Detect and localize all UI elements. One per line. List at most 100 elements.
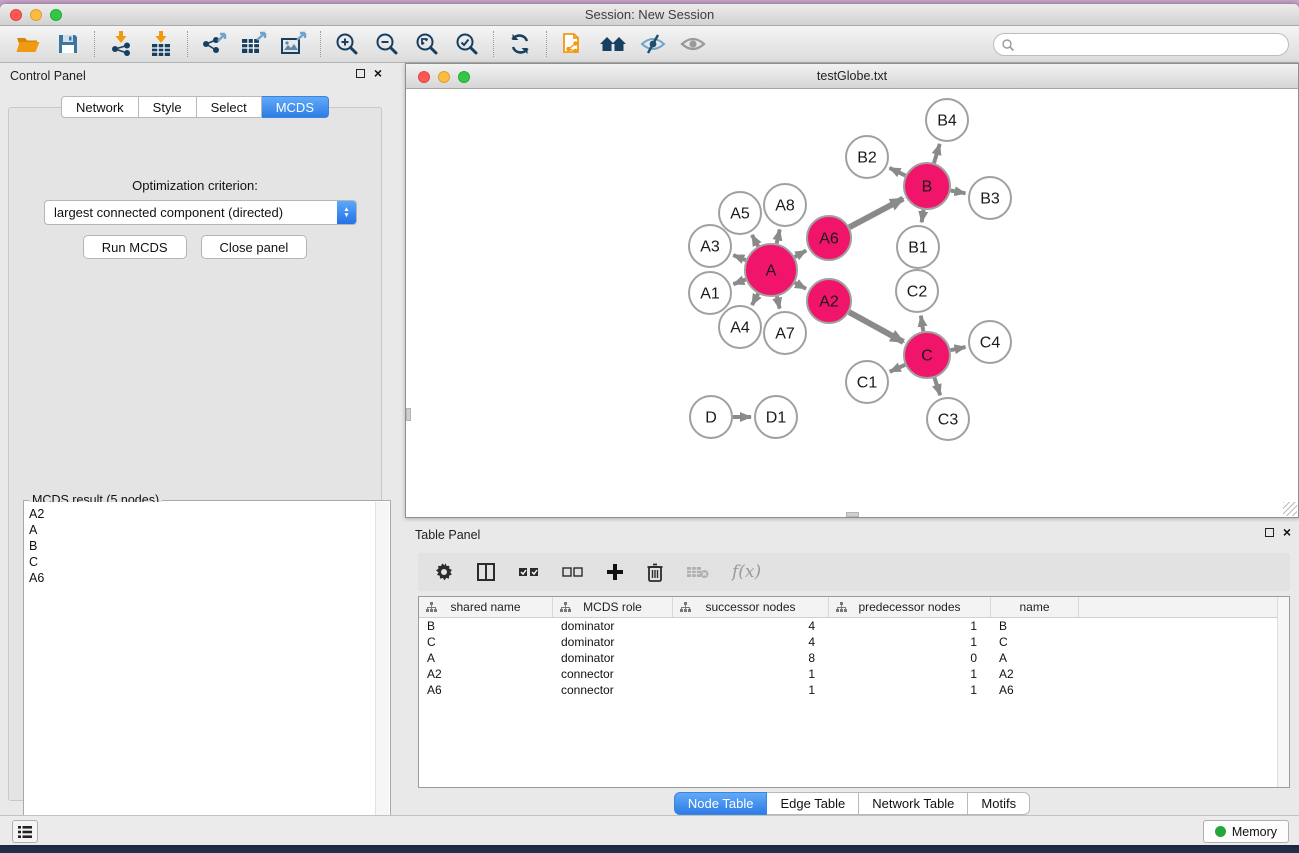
network-window-titlebar[interactable]: testGlobe.txt [406,64,1298,89]
table-cell: dominator [553,619,673,633]
zoom-out-icon[interactable] [367,28,407,60]
column-header-successor-nodes[interactable]: successor nodes [673,597,829,617]
node-label-B: B [922,179,933,196]
open-session-icon[interactable] [8,28,48,60]
table-row[interactable]: Cdominator41C [419,634,1289,650]
result-item[interactable]: A [29,522,375,538]
close-panel-button[interactable]: Close panel [201,235,308,259]
edge-A-A2[interactable] [795,283,806,289]
node-label-C2: C2 [907,284,928,301]
column-header-name[interactable]: name [991,597,1079,617]
refresh-icon[interactable] [500,28,540,60]
node-table[interactable]: shared nameMCDS rolesuccessor nodesprede… [418,596,1290,788]
float-panel-icon[interactable] [1265,528,1274,537]
splitter-handle[interactable] [846,512,859,517]
export-network-icon[interactable] [194,28,234,60]
close-panel-icon[interactable]: × [374,67,382,79]
criterion-dropdown[interactable]: largest connected component (directed) ▲… [44,200,357,225]
search-input[interactable] [1015,36,1288,54]
zoom-selected-icon[interactable] [447,28,487,60]
column-icon[interactable] [476,562,496,582]
zoom-in-icon[interactable] [327,28,367,60]
column-header-shared-name[interactable]: shared name [419,597,553,617]
edge-C-C1[interactable] [890,365,905,372]
edge-A2-C[interactable] [849,312,903,342]
zoom-fit-icon[interactable] [407,28,447,60]
column-header-predecessor-nodes[interactable]: predecessor nodes [829,597,991,617]
toolbar-separator [493,31,494,57]
network-window-title: testGlobe.txt [406,69,1298,83]
tab-network[interactable]: Network [61,96,139,118]
table-cell: 1 [673,667,829,681]
delete-table-icon[interactable] [686,564,710,580]
memory-button[interactable]: Memory [1203,820,1289,843]
network-graph[interactable]: B4B2BB3A8A5A6A3B1AC2A1A2A4A7C4CC1C3DD1 [406,89,1298,517]
edge-B-B3[interactable] [951,190,966,193]
edge-B-B1[interactable] [922,210,924,223]
show-panels-button[interactable] [12,820,38,843]
result-item[interactable]: B [29,538,375,554]
duplicate-network-icon[interactable] [553,28,593,60]
edge-A-A7[interactable] [777,296,780,308]
gear-icon[interactable] [434,562,454,582]
toolbar-separator [94,31,95,57]
run-mcds-button[interactable]: Run MCDS [83,235,187,259]
show-eye-icon[interactable] [673,28,713,60]
tab-select[interactable]: Select [197,96,262,118]
tab-motifs[interactable]: Motifs [968,792,1030,815]
home-icon[interactable] [593,28,633,60]
edge-B-B4[interactable] [934,144,940,163]
edge-A-A6[interactable] [795,251,807,257]
memory-label: Memory [1232,825,1277,839]
app-titlebar[interactable]: Session: New Session [0,4,1299,26]
hide-eye-icon[interactable] [633,28,673,60]
edge-A6-B[interactable] [849,199,903,228]
tab-style[interactable]: Style [139,96,197,118]
float-panel-icon[interactable] [356,69,365,78]
edge-A-A1[interactable] [733,280,745,285]
edge-C-C4[interactable] [951,347,966,350]
edge-B-B2[interactable] [890,168,906,176]
table-scrollbar[interactable] [1277,597,1289,787]
table-row[interactable]: A6connector11A6 [419,682,1289,698]
table-row[interactable]: Bdominator41B [419,618,1289,634]
result-scrollbar[interactable] [375,502,389,843]
node-label-B1: B1 [908,240,928,257]
save-session-icon[interactable] [48,28,88,60]
tab-network-table[interactable]: Network Table [859,792,968,815]
edge-A-A4[interactable] [752,294,758,305]
node-label-C: C [921,348,933,365]
resize-grip[interactable] [1283,502,1297,516]
edge-A-A8[interactable] [777,229,780,243]
import-table-icon[interactable] [141,28,181,60]
trash-icon[interactable] [646,562,664,582]
unselect-all-icon[interactable] [562,565,584,579]
result-item[interactable]: C [29,554,375,570]
result-item[interactable]: A6 [29,570,375,586]
select-all-icon[interactable] [518,565,540,579]
column-header-MCDS-role[interactable]: MCDS role [553,597,673,617]
function-icon[interactable]: f(x) [732,562,761,582]
mcds-result-list[interactable]: A2ABCA6 [25,502,375,843]
export-image-icon[interactable] [274,28,314,60]
network-view-window: testGlobe.txt B4B2BB3A8A5A6A3B1AC2A1A2A4… [405,63,1299,518]
edge-C-C2[interactable] [921,316,923,332]
result-item[interactable]: A2 [29,506,375,522]
search-field[interactable] [993,33,1289,56]
add-column-icon[interactable] [606,563,624,581]
splitter-handle[interactable] [406,408,411,421]
tab-node-table[interactable]: Node Table [674,792,768,815]
table-row[interactable]: Adominator80A [419,650,1289,666]
table-row[interactable]: A2connector11A2 [419,666,1289,682]
tab-edge-table[interactable]: Edge Table [767,792,859,815]
edge-A-A5[interactable] [752,235,758,246]
import-network-icon[interactable] [101,28,141,60]
export-table-icon[interactable] [234,28,274,60]
edge-A-A3[interactable] [733,255,746,260]
table-toolbar: f(x) [418,553,1290,591]
close-panel-icon[interactable]: × [1283,526,1291,538]
edge-C-C3[interactable] [934,378,940,395]
tab-mcds[interactable]: MCDS [262,96,329,118]
network-canvas[interactable]: B4B2BB3A8A5A6A3B1AC2A1A2A4A7C4CC1C3DD1 [406,89,1298,517]
table-cell: 1 [829,667,991,681]
